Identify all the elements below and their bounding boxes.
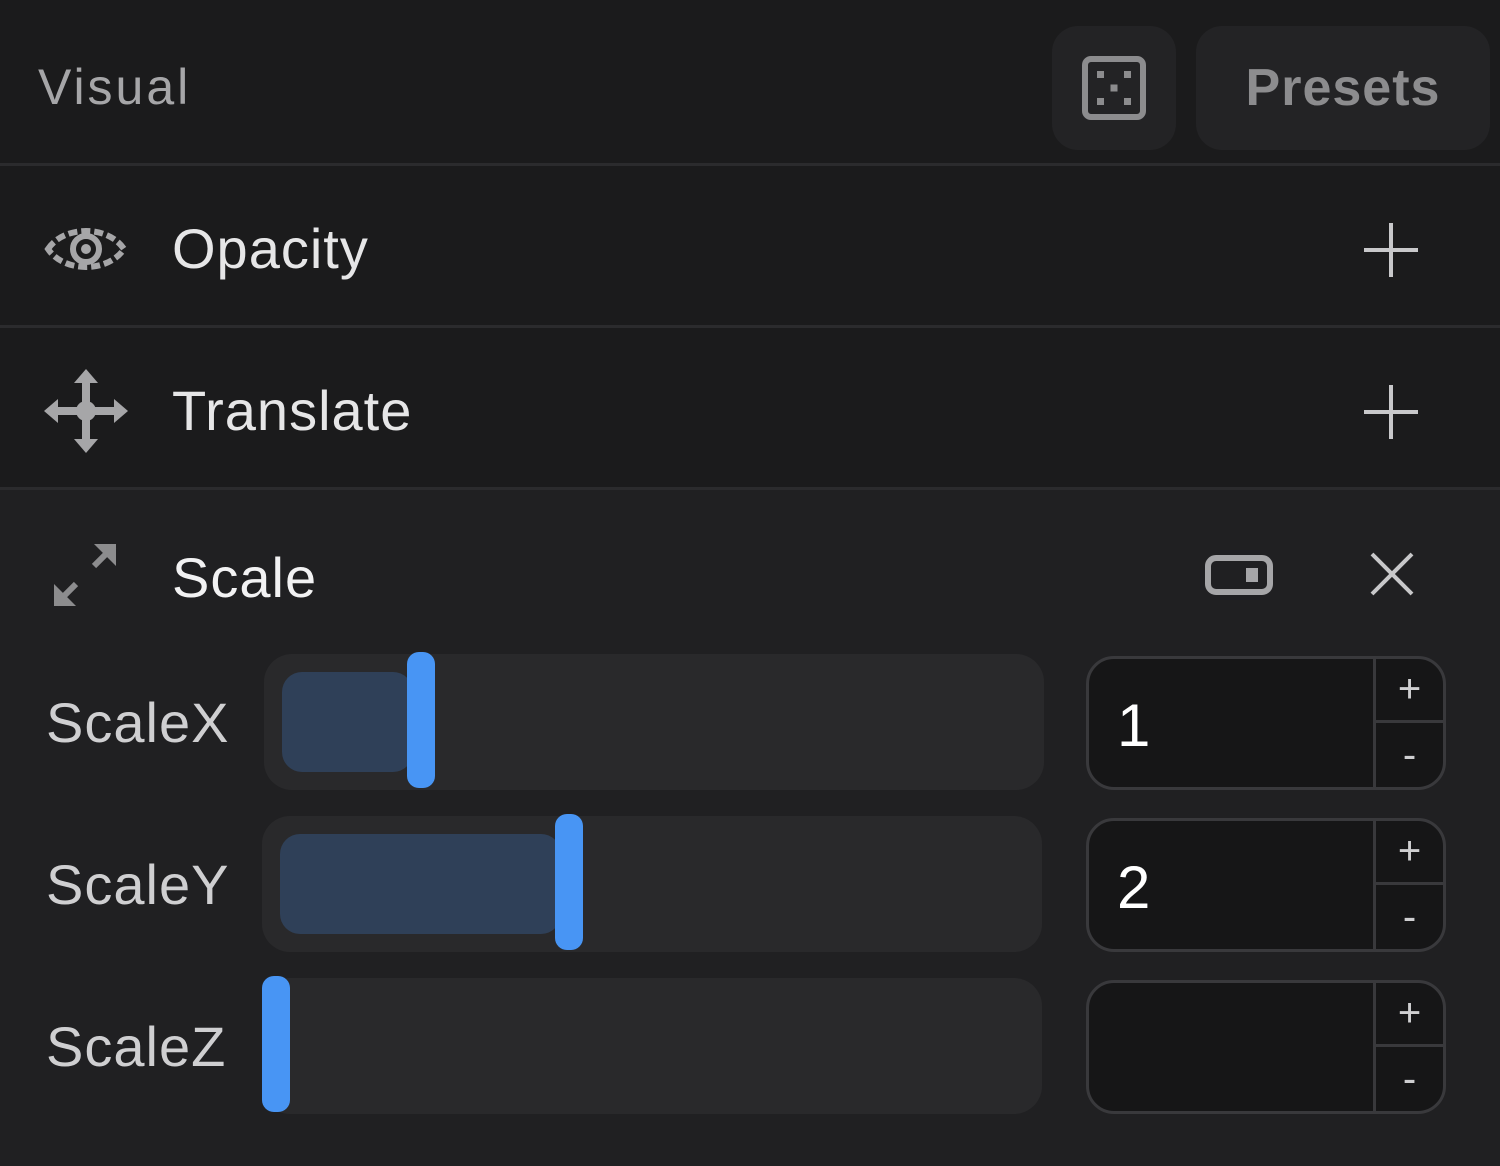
scaley-increment-button[interactable]: + — [1376, 821, 1443, 885]
scaley-label: ScaleY — [46, 853, 230, 916]
scalex-label: ScaleX — [46, 691, 230, 754]
row-opacity-label: Opacity — [172, 217, 369, 280]
randomize-button[interactable] — [1052, 26, 1176, 150]
scalex-value-field[interactable] — [1117, 691, 1367, 760]
scaley-slider-thumb[interactable] — [555, 814, 583, 950]
scalez-increment-button[interactable]: + — [1376, 983, 1443, 1047]
close-scale-button[interactable] — [1368, 550, 1416, 598]
scalex-decrement-button[interactable]: - — [1376, 723, 1443, 787]
scalez-label: ScaleZ — [46, 1015, 227, 1078]
scalez-slider[interactable] — [262, 976, 1042, 1114]
scalex-number-input: + - — [1086, 656, 1446, 790]
panel-header: Visual Presets — [0, 0, 1500, 166]
panel-title: Visual — [38, 59, 192, 115]
move-icon — [44, 369, 128, 453]
scalex-slider-fill — [282, 672, 413, 772]
row-translate[interactable]: Translate — [0, 328, 1500, 490]
presets-button[interactable]: Presets — [1196, 26, 1490, 150]
toggle-link-icon[interactable] — [1204, 552, 1274, 598]
scaley-stepper: + - — [1373, 821, 1443, 949]
expand-arrows-icon — [53, 543, 117, 607]
eye-icon — [44, 228, 128, 270]
scaley-slider[interactable] — [262, 814, 1042, 952]
scalez-number-input: + - — [1086, 980, 1446, 1114]
scalez-decrement-button[interactable]: - — [1376, 1047, 1443, 1111]
scalez-stepper: + - — [1373, 983, 1443, 1111]
visual-panel: Visual Presets Opacity Translate Scale S… — [0, 0, 1500, 1166]
scaley-number-input: + - — [1086, 818, 1446, 952]
scalex-increment-button[interactable]: + — [1376, 659, 1443, 723]
scalex-slider-thumb[interactable] — [407, 652, 435, 788]
scalez-value-field[interactable] — [1117, 1015, 1367, 1084]
scalex-slider[interactable] — [264, 652, 1044, 790]
presets-label: Presets — [1245, 59, 1441, 117]
scaley-decrement-button[interactable]: - — [1376, 885, 1443, 949]
add-translate-button[interactable] — [1362, 383, 1420, 441]
row-translate-label: Translate — [172, 379, 413, 442]
dice-icon — [1082, 56, 1146, 120]
row-opacity[interactable]: Opacity — [0, 166, 1500, 328]
scalez-slider-thumb[interactable] — [262, 976, 290, 1112]
scale-section: Scale ScaleX + - ScaleY — [0, 490, 1500, 1166]
scaley-value-field[interactable] — [1117, 853, 1367, 922]
scale-title: Scale — [172, 546, 318, 609]
add-opacity-button[interactable] — [1362, 221, 1420, 279]
scalex-stepper: + - — [1373, 659, 1443, 787]
scaley-slider-fill — [280, 834, 561, 934]
